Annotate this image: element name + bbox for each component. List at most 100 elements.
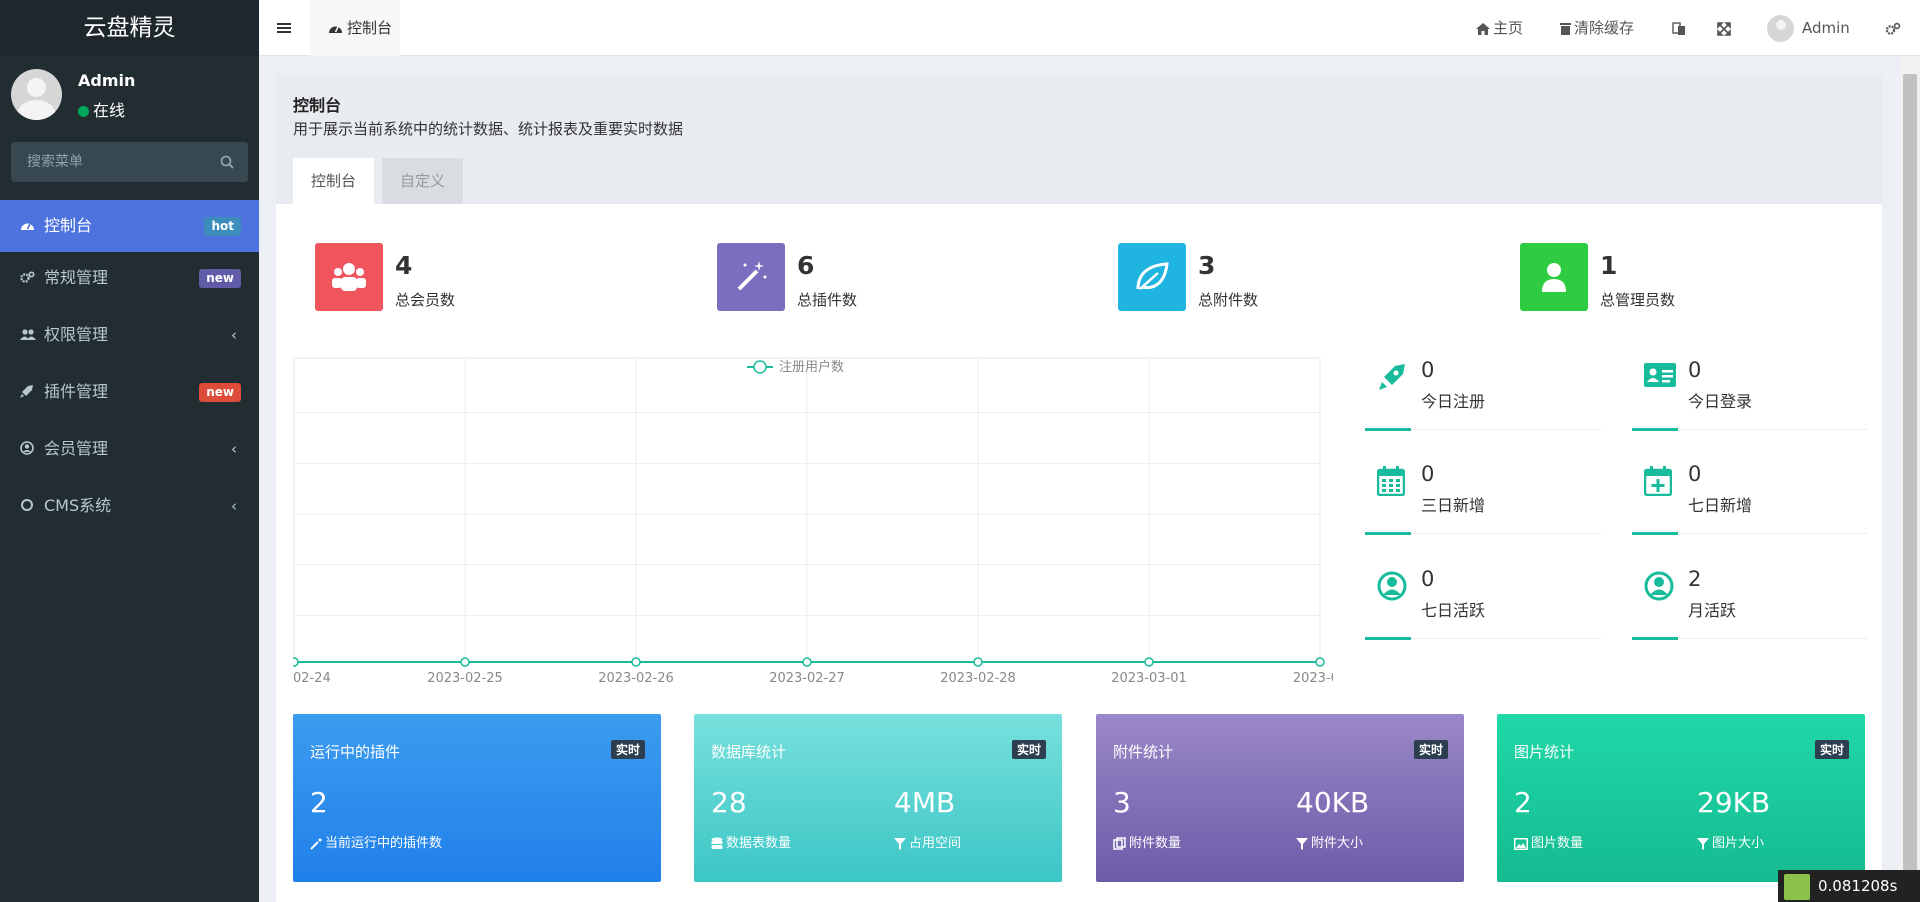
- sidebar-item-cms[interactable]: CMS系统 ‹: [0, 480, 259, 537]
- calendar-icon: [1376, 466, 1406, 500]
- card-title: 运行中的插件: [310, 743, 401, 761]
- x-tick-label: 2023-03: [1293, 671, 1333, 685]
- underline: [1632, 532, 1678, 535]
- mini-stat-label: 七日新增: [1688, 496, 1753, 515]
- magic-icon: [310, 838, 322, 850]
- underline: [1365, 428, 1411, 431]
- new-badge: new: [199, 383, 241, 402]
- panel-heading: 控制台 用于展示当前系统中的统计数据、统计报表及重要实时数据 控制台 自定义: [276, 74, 1882, 204]
- sidebar-item-dashboard[interactable]: 控制台 hot: [0, 200, 259, 252]
- files-icon: [1113, 837, 1126, 850]
- x-tick-label: 2023-02-27: [769, 671, 845, 685]
- filter-icon: [1697, 837, 1709, 850]
- card-label-2: 图片大小: [1697, 832, 1764, 851]
- online-dot-icon: [78, 106, 89, 117]
- legend-swatch-marker: [753, 360, 767, 374]
- card-label-text: 图片数量: [1531, 836, 1584, 851]
- user-name: Admin: [78, 71, 136, 90]
- clear-cache-button[interactable]: 清除缓存: [1560, 0, 1634, 56]
- cogs-icon: [20, 253, 36, 305]
- stat-label: 总插件数: [797, 291, 858, 309]
- mini-stat-value: 0: [1421, 462, 1435, 486]
- chevron-left-icon: ‹: [231, 326, 237, 344]
- avatar: [1767, 15, 1794, 42]
- tab-dashboard[interactable]: 控制台: [293, 158, 375, 204]
- realtime-badge: 实时: [610, 740, 645, 759]
- card-label-text: 占用空间: [909, 836, 962, 851]
- sidebar-item-label: 常规管理: [44, 268, 109, 287]
- sidebar-item-members[interactable]: 会员管理 ‹: [0, 423, 259, 480]
- tab-custom[interactable]: 自定义: [382, 158, 464, 204]
- page-scrollbar[interactable]: [1900, 56, 1920, 902]
- mini-stat-7day-active: 0 七日活跃: [1365, 561, 1601, 640]
- home-label: 主页: [1493, 19, 1524, 37]
- sidebar-item-label: CMS系统: [44, 496, 112, 515]
- mini-stat-today-login: 0 今日登录: [1632, 352, 1868, 431]
- language-button[interactable]: [1672, 0, 1690, 56]
- magic-icon: [737, 261, 767, 291]
- x-tick-label: 2023-02-28: [940, 671, 1016, 685]
- search-input[interactable]: [11, 142, 211, 182]
- x-tick-label: 2023-02-26: [598, 671, 674, 685]
- dashboard-icon: [329, 26, 342, 33]
- mini-stat-label: 月活跃: [1688, 601, 1737, 620]
- page-description: 用于展示当前系统中的统计数据、统计报表及重要实时数据: [293, 120, 684, 138]
- home-icon: [1476, 23, 1490, 35]
- stat-value: 3: [1198, 251, 1216, 280]
- user-panel: Admin 在线: [0, 56, 259, 138]
- mini-stat-value: 0: [1688, 358, 1702, 382]
- mini-stat-value: 0: [1421, 567, 1435, 591]
- x-tick-label: 02-24: [293, 671, 331, 685]
- card-title: 附件统计: [1113, 743, 1174, 761]
- stat-icon-box: [717, 243, 785, 311]
- card-label-2: 附件大小: [1296, 832, 1363, 851]
- card-value-2: 29KB: [1697, 786, 1771, 819]
- stat-label: 总附件数: [1198, 291, 1259, 309]
- scrollbar-thumb[interactable]: [1903, 74, 1917, 902]
- mini-stat-3day-new: 0 三日新增: [1365, 456, 1601, 535]
- card-value: 3: [1113, 786, 1131, 819]
- mini-stat-today-register: 0 今日注册: [1365, 352, 1601, 431]
- user-menu[interactable]: Admin: [1767, 0, 1850, 56]
- realtime-badge: 实时: [1413, 740, 1448, 759]
- card-label-2: 占用空间: [894, 832, 961, 851]
- fullscreen-button[interactable]: [1717, 0, 1734, 56]
- brand-logo[interactable]: 云盘精灵: [0, 0, 259, 56]
- underline: [1632, 428, 1678, 431]
- menu-toggle-icon[interactable]: [277, 17, 291, 43]
- tab-dashboard[interactable]: 控制台: [310, 0, 400, 56]
- avatar: [11, 69, 62, 120]
- home-link[interactable]: 主页: [1476, 0, 1523, 56]
- card-title: 图片统计: [1514, 743, 1575, 761]
- cogs-icon: [1885, 22, 1901, 35]
- card-value-2: 4MB: [894, 786, 956, 819]
- mini-stat-value: 0: [1421, 358, 1435, 382]
- card-label: 当前运行中的插件数: [310, 832, 442, 851]
- tab-label: 控制台: [347, 19, 393, 37]
- sidebar-item-general[interactable]: 常规管理 new: [0, 252, 259, 309]
- card-running-plugins: 运行中的插件 实时 2 当前运行中的插件数: [293, 714, 661, 882]
- card-label: 图片数量: [1514, 832, 1583, 851]
- mini-stat-7day-new: 0 七日新增: [1632, 456, 1868, 535]
- search-icon[interactable]: [220, 154, 234, 173]
- card-value: 2: [1514, 786, 1532, 819]
- stat-label: 总会员数: [395, 291, 456, 309]
- realtime-badge: 实时: [1011, 740, 1046, 759]
- filter-icon: [1296, 837, 1308, 850]
- data-point: [973, 657, 983, 667]
- card-label-text: 数据表数量: [726, 836, 792, 851]
- stat-value: 6: [797, 251, 815, 280]
- stat-icon-box: [1520, 243, 1588, 311]
- settings-button[interactable]: [1885, 0, 1904, 56]
- sidebar-item-auth[interactable]: 权限管理 ‹: [0, 309, 259, 366]
- card-label: 附件数量: [1113, 832, 1181, 851]
- stat-icon-box: [1118, 243, 1186, 311]
- sidebar-item-plugins[interactable]: 插件管理 new: [0, 366, 259, 423]
- dashboard-icon: [20, 201, 36, 253]
- users-icon: [332, 263, 366, 291]
- card-database-stats: 数据库统计 实时 28 4MB 数据表数量 占用空间: [694, 714, 1062, 882]
- user-icon: [1542, 263, 1566, 292]
- sidebar-menu: 控制台 hot 常规管理 new 权限管理 ‹ 插件管理 new 会员管理 ‹ …: [0, 200, 259, 537]
- data-point: [802, 657, 812, 667]
- stat-icon-box: [315, 243, 383, 311]
